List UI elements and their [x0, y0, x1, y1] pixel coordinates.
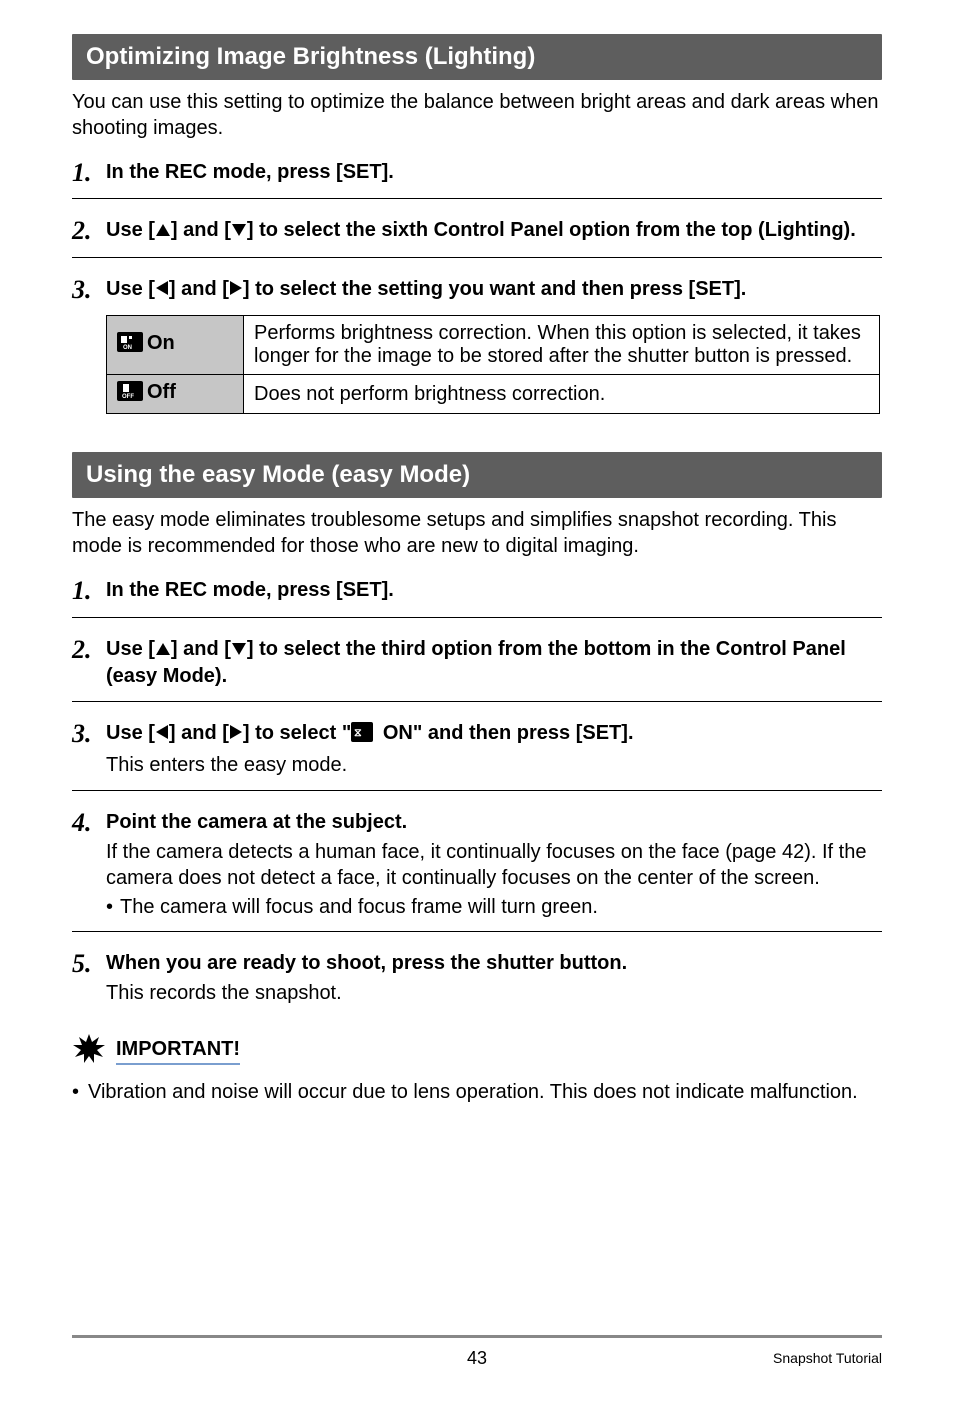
text-fragment: ] and [: [169, 722, 229, 744]
step4-body: If the camera detects a human face, it c…: [106, 840, 882, 891]
text-fragment: ON" and then press [SET].: [377, 722, 633, 744]
burst-icon: [72, 1033, 106, 1070]
step-number: 4.: [72, 809, 106, 836]
section2-step1: 1. In the REC mode, press [SET].: [72, 577, 882, 604]
text-fragment: ] and [: [171, 638, 231, 660]
triangle-up-icon: [155, 218, 171, 244]
page-footer: 43 Snapshot Tutorial: [72, 1335, 882, 1374]
step-number: 3.: [72, 276, 106, 303]
section2-step2: 2. Use [] and [] to select the third opt…: [72, 636, 882, 689]
text-fragment: ] to select the sixth Control Panel opti…: [247, 219, 856, 241]
triangle-right-icon: [229, 721, 243, 747]
step-number: 2.: [72, 636, 106, 663]
step3-text: Use [ ] and [ ] to select "⧖ ON" and then …: [106, 720, 882, 749]
triangle-down-icon: [231, 218, 247, 244]
step-number: 2.: [72, 217, 106, 244]
divider: [72, 257, 882, 258]
footer-section-name: Snapshot Tutorial: [773, 1350, 882, 1366]
step2-text: Use [] and [] to select the third option…: [106, 636, 882, 689]
divider: [72, 617, 882, 618]
text-fragment: ] to select ": [243, 722, 351, 744]
text-fragment: ] to select the setting you want and the…: [243, 278, 746, 300]
option-on-desc: Performs brightness correction. When thi…: [244, 316, 880, 375]
text-fragment: Use [: [106, 638, 155, 660]
table-row: ON On Performs brightness correction. Wh…: [107, 316, 880, 375]
option-off-desc: Does not perform brightness correction.: [244, 375, 880, 414]
section2-step3: 3. Use [ ] and [ ] to select "⧖ ON" and th…: [72, 720, 882, 779]
section-title-easy-mode: Using the easy Mode (easy Mode): [72, 452, 882, 498]
triangle-down-icon: [231, 637, 247, 663]
divider: [72, 198, 882, 199]
step3-text: Use [ ] and [ ] to select the setting you …: [106, 276, 882, 303]
lighting-options-table: ON On Performs brightness correction. Wh…: [106, 315, 880, 414]
section1-step3: 3. Use [ ] and [ ] to select the setting y…: [72, 276, 882, 303]
step-number: 1.: [72, 577, 106, 604]
table-row: OFF Off Does not perform brightness corr…: [107, 375, 880, 414]
step-number: 5.: [72, 950, 106, 977]
section2-intro: The easy mode eliminates troublesome set…: [72, 508, 882, 559]
triangle-right-icon: [229, 277, 243, 303]
lighting-off-icon: OFF: [117, 381, 143, 407]
option-on-label: ON On: [107, 316, 244, 375]
step4-bullet: • The camera will focus and focus frame …: [106, 896, 882, 919]
triangle-up-icon: [155, 637, 171, 663]
section2-step5: 5. When you are ready to shoot, press th…: [72, 950, 882, 1007]
section1-intro: You can use this setting to optimize the…: [72, 90, 882, 141]
bullet-dot: •: [72, 1080, 88, 1106]
off-text: Off: [147, 381, 176, 403]
divider: [72, 790, 882, 791]
important-heading: IMPORTANT!: [72, 1033, 882, 1070]
important-bullet-text: Vibration and noise will occur due to le…: [88, 1080, 858, 1106]
step1-text: In the REC mode, press [SET].: [106, 159, 882, 185]
section1-step1: 1. In the REC mode, press [SET].: [72, 159, 882, 186]
svg-text:⧖: ⧖: [354, 727, 362, 739]
text-fragment: ] and [: [171, 219, 231, 241]
section-title-lighting: Optimizing Image Brightness (Lighting): [72, 34, 882, 80]
step-number: 3.: [72, 720, 106, 747]
step2-text: Use [ ] and [ ] to select the sixth Contro…: [106, 217, 882, 244]
svg-text:ON: ON: [123, 345, 132, 351]
step3-subtext: This enters the easy mode.: [106, 753, 882, 779]
step1-text: In the REC mode, press [SET].: [106, 577, 882, 603]
section2-step4: 4. Point the camera at the subject. If t…: [72, 809, 882, 918]
triangle-left-icon: [155, 721, 169, 747]
page-number: 43: [467, 1348, 487, 1369]
step5-subtext: This records the snapshot.: [106, 981, 882, 1007]
step-number: 1.: [72, 159, 106, 186]
divider: [72, 931, 882, 932]
text-fragment: Use [: [106, 722, 155, 744]
svg-text:OFF: OFF: [122, 394, 134, 400]
important-bullet: • Vibration and noise will occur due to …: [72, 1080, 882, 1106]
page-content: Optimizing Image Brightness (Lighting) Y…: [0, 0, 954, 1404]
divider: [72, 701, 882, 702]
on-text: On: [147, 332, 175, 354]
option-off-label: OFF Off: [107, 375, 244, 414]
text-fragment: Use [: [106, 278, 155, 300]
text-fragment: ] and [: [169, 278, 229, 300]
text-fragment: Use [: [106, 219, 155, 241]
lighting-on-icon: ON: [117, 332, 143, 358]
step4-title: Point the camera at the subject.: [106, 809, 882, 835]
step5-title: When you are ready to shoot, press the s…: [106, 950, 882, 976]
step4-bullet-text: The camera will focus and focus frame wi…: [120, 896, 598, 919]
triangle-left-icon: [155, 277, 169, 303]
section1-step2: 2. Use [ ] and [ ] to select the sixth Con…: [72, 217, 882, 244]
important-label: IMPORTANT!: [116, 1038, 240, 1065]
easy-mode-icon: ⧖: [351, 722, 373, 749]
